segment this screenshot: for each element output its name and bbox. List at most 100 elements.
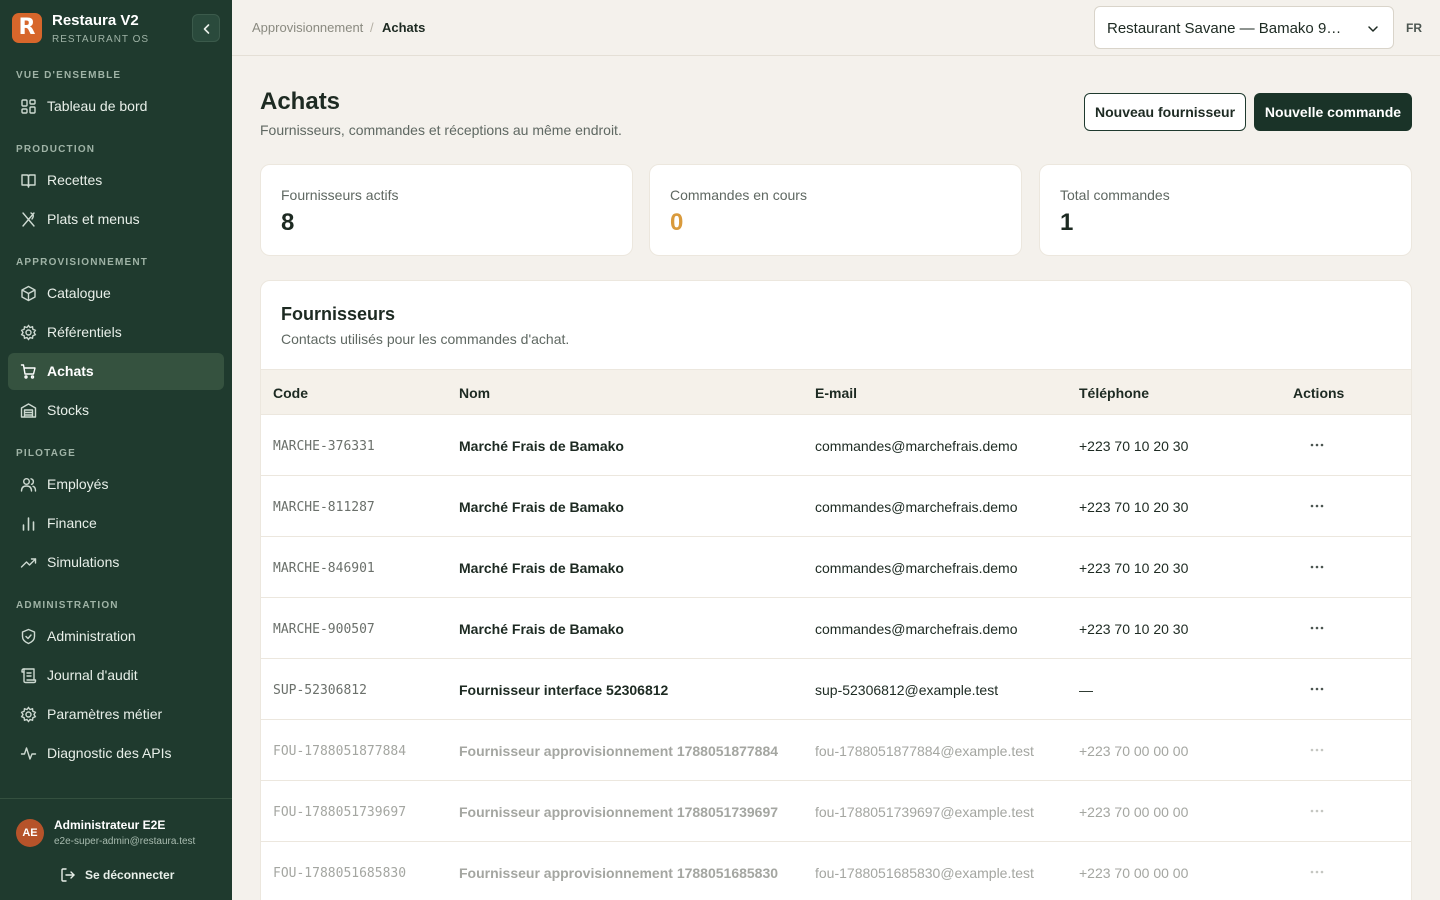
- more-actions-icon[interactable]: [1309, 559, 1325, 575]
- stat-card-total-orders: Total commandes 1: [1039, 164, 1412, 256]
- sidebar-item-dashboard[interactable]: Tableau de bord: [8, 88, 224, 125]
- book-icon: [21, 174, 36, 188]
- dashboard-icon: [21, 99, 36, 114]
- table-row[interactable]: MARCHE-376331 Marché Frais de Bamako comma…: [261, 415, 1411, 476]
- package-icon: [21, 285, 36, 302]
- new-supplier-button[interactable]: Nouveau fournisseur: [1084, 93, 1246, 131]
- table-row[interactable]: FOU-1788051739697 Fournisseur approvision…: [261, 781, 1411, 842]
- supplier-name: Fournisseur approvisionnement 1788051877…: [459, 743, 779, 759]
- breadcrumb-procurement[interactable]: Approvisionnement: [252, 20, 363, 35]
- language-switch[interactable]: FR: [1406, 21, 1422, 35]
- supplier-email: commandes@marchefrais.demo: [815, 621, 1018, 637]
- user-panel: AE Administrateur E2E e2e-super-admin@re…: [0, 798, 232, 900]
- sidebar-item-label: Stocks: [47, 402, 90, 418]
- sidebar-item-employees[interactable]: Employés: [8, 466, 224, 503]
- supplier-code: MARCHE-900507: [273, 622, 375, 637]
- supplier-email: commandes@marchefrais.demo: [815, 560, 1018, 576]
- sidebar-item-label: Référentiels: [47, 324, 122, 340]
- column-header-name[interactable]: Nom: [459, 385, 490, 401]
- supplier-code: FOU-1788051739697: [273, 805, 407, 820]
- sidebar-item-label: Diagnostic des APIs: [47, 745, 172, 761]
- supplier-code: MARCHE-376331: [273, 439, 375, 454]
- sidebar-item-api-diagnostics[interactable]: Diagnostic des APIs: [8, 735, 224, 772]
- sidebar-item-catalog[interactable]: Catalogue: [8, 275, 224, 312]
- stat-value: 0: [670, 209, 684, 236]
- supplier-email: fou-1788051685830@example.test: [815, 865, 1034, 881]
- sidebar: R Restaura V2 RESTAURANT OS VUE D'ENSEMB…: [0, 0, 232, 900]
- sidebar-item-label: Journal d'audit: [47, 667, 138, 683]
- sidebar-item-administration[interactable]: Administration: [8, 618, 224, 655]
- supplier-code: FOU-1788051685830: [273, 866, 407, 881]
- supplier-phone: +223 70 10 20 30: [1079, 621, 1189, 637]
- more-actions-icon[interactable]: [1309, 498, 1325, 514]
- new-order-button[interactable]: Nouvelle commande: [1254, 93, 1412, 131]
- supplier-email: commandes@marchefrais.demo: [815, 499, 1018, 515]
- supplier-phone: +223 70 00 00 00: [1079, 804, 1189, 820]
- more-actions-icon[interactable]: [1309, 803, 1325, 819]
- trend-icon: [20, 558, 37, 568]
- stat-value: 1: [1060, 209, 1074, 236]
- supplier-code: MARCHE-846901: [273, 561, 375, 576]
- sidebar-item-dishes-menus[interactable]: Plats et menus: [8, 201, 224, 238]
- site-select[interactable]: Restaurant Savane — Bamako 9…: [1094, 6, 1394, 49]
- sidebar-item-simulations[interactable]: Simulations: [8, 544, 224, 581]
- sidebar-item-label: Achats: [47, 363, 94, 379]
- nav-section-administration: ADMINISTRATION: [16, 600, 119, 611]
- table-row[interactable]: MARCHE-811287 Marché Frais de Bamako comma…: [261, 476, 1411, 537]
- nav-section-procurement: APPROVISIONNEMENT: [16, 257, 149, 268]
- column-header-actions: Actions: [1293, 385, 1345, 401]
- more-actions-icon[interactable]: [1309, 864, 1325, 880]
- more-actions-icon[interactable]: [1309, 437, 1325, 453]
- supplier-name: Fournisseur interface 52306812: [459, 682, 669, 698]
- stat-value: 8: [281, 209, 295, 236]
- sidebar-item-purchases[interactable]: Achats: [8, 353, 224, 390]
- sidebar-item-label: Catalogue: [47, 285, 111, 301]
- page-title: Achats: [260, 88, 341, 115]
- sidebar-item-label: Recettes: [47, 172, 103, 188]
- supplier-name: Marché Frais de Bamako: [459, 621, 624, 637]
- brand-name: Restaura V2: [52, 12, 139, 29]
- supplier-phone: +223 70 10 20 30: [1079, 499, 1189, 515]
- table-row[interactable]: MARCHE-900507 Marché Frais de Bamako comma…: [261, 598, 1411, 659]
- column-header-code[interactable]: Code: [273, 385, 308, 401]
- sidebar-item-business-settings[interactable]: Paramètres métier: [8, 696, 224, 733]
- supplier-email: commandes@marchefrais.demo: [815, 438, 1018, 454]
- column-header-email[interactable]: E-mail: [815, 385, 857, 401]
- utensils-icon: [22, 212, 35, 227]
- table-row[interactable]: FOU-1788051685830 Fournisseur approvision…: [261, 842, 1411, 900]
- stat-card-orders-in-progress: Commandes en cours 0: [649, 164, 1022, 256]
- sidebar-item-finance[interactable]: Finance: [8, 505, 224, 542]
- scroll-icon: [21, 668, 37, 684]
- sidebar-item-label: Employés: [47, 476, 109, 492]
- column-header-phone[interactable]: Téléphone: [1079, 385, 1149, 401]
- collapse-sidebar-button[interactable]: [192, 14, 220, 42]
- sidebar-item-label: Tableau de bord: [47, 98, 148, 114]
- sidebar-item-references[interactable]: Référentiels: [8, 314, 224, 351]
- chevron-left-icon: [203, 24, 210, 34]
- supplier-email: fou-1788051877884@example.test: [815, 743, 1034, 759]
- topbar: Approvisionnement / Achats Restaurant Sa…: [232, 0, 1440, 56]
- more-actions-icon[interactable]: [1309, 620, 1325, 636]
- shield-icon: [21, 628, 36, 645]
- supplier-name: Marché Frais de Bamako: [459, 438, 624, 454]
- sidebar-item-audit-log[interactable]: Journal d'audit: [8, 657, 224, 694]
- suppliers-subtitle: Contacts utilisés pour les commandes d'a…: [281, 331, 570, 347]
- sidebar-item-stocks[interactable]: Stocks: [8, 392, 224, 429]
- table-row[interactable]: FOU-1788051877884 Fournisseur approvision…: [261, 720, 1411, 781]
- more-actions-icon[interactable]: [1309, 742, 1325, 758]
- nav-section-pilotage: PILOTAGE: [16, 448, 76, 459]
- avatar[interactable]: AE: [16, 819, 44, 847]
- chevron-down-icon: [1368, 26, 1378, 32]
- sidebar-item-label: Finance: [47, 515, 97, 531]
- sidebar-item-recipes[interactable]: Recettes: [8, 162, 224, 199]
- more-actions-icon[interactable]: [1309, 681, 1325, 697]
- logout-icon: [61, 868, 75, 882]
- table-row[interactable]: MARCHE-846901 Marché Frais de Bamako comma…: [261, 537, 1411, 598]
- user-name: Administrateur E2E: [54, 818, 166, 832]
- table-row[interactable]: SUP-52306812 Fournisseur interface 523068…: [261, 659, 1411, 720]
- brand[interactable]: R Restaura V2 RESTAURANT OS: [12, 12, 220, 45]
- breadcrumb-separator: /: [370, 20, 374, 35]
- supplier-email: fou-1788051739697@example.test: [815, 804, 1034, 820]
- stat-card-active-suppliers: Fournisseurs actifs 8: [260, 164, 633, 256]
- supplier-code: MARCHE-811287: [273, 500, 375, 515]
